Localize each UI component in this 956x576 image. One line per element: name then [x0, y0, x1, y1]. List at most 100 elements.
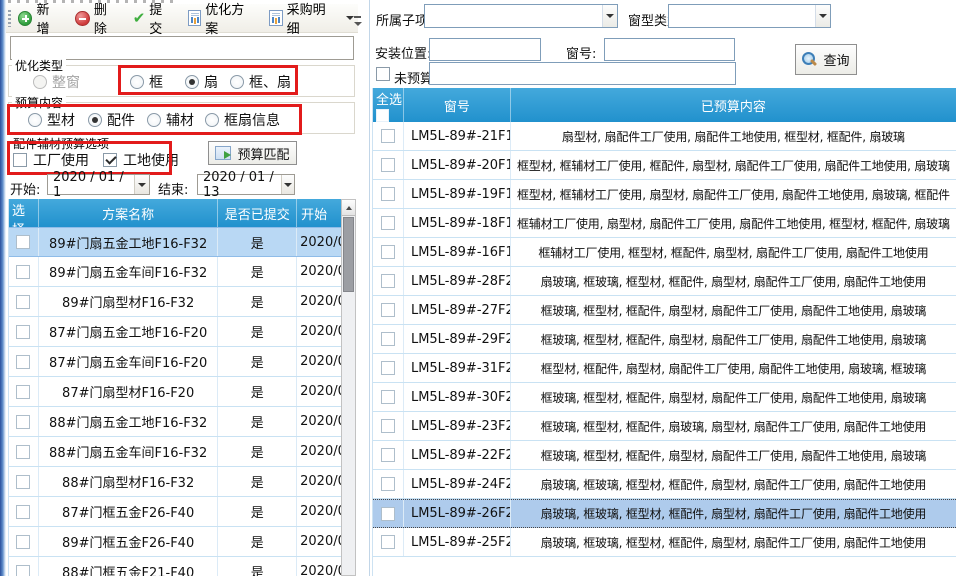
scrollbar-thumb[interactable] [343, 217, 354, 292]
table-row[interactable]: LM5L-89#-27F25 框玻璃, 框型材, 框配件, 扇型材, 扇配件工厂… [373, 296, 956, 325]
plan-header-name[interactable]: 方案名称 [39, 199, 218, 227]
row-checkbox[interactable] [381, 477, 395, 491]
delete-button[interactable]: 删除 [71, 6, 122, 30]
row-checkbox[interactable] [16, 355, 30, 369]
plan-header-submitted[interactable]: 是否已提交 [218, 199, 297, 227]
row-checkbox[interactable] [16, 325, 30, 339]
row-checkbox[interactable] [381, 332, 395, 346]
submit-button[interactable]: ✔ 提交 [129, 6, 178, 30]
row-checkbox[interactable] [16, 535, 30, 549]
table-row[interactable]: LM5L-89#-31F29 框型材, 框配件, 扇型材, 扇配件工厂使用, 扇… [373, 354, 956, 383]
plan-name: 88#门扇五金工地F16-F32 [39, 407, 218, 436]
row-checkbox[interactable] [16, 505, 30, 519]
install-position-input[interactable] [429, 38, 541, 61]
add-button[interactable]: 新增 [14, 6, 65, 30]
radio-whole-window[interactable]: 整窗 [33, 72, 80, 92]
plan-table-scrollbar[interactable] [341, 199, 356, 576]
unbudgeted-checkbox[interactable] [376, 67, 390, 81]
row-checkbox[interactable] [381, 535, 395, 549]
window-type-combo[interactable] [668, 4, 831, 28]
table-row[interactable]: 87#门扇五金工地F16-F20 是 2020/0 [9, 317, 341, 347]
plan-header-start[interactable]: 开始 [297, 199, 341, 227]
budget-header-window-no[interactable]: 窗号 [404, 88, 511, 122]
sub-item-dropdown-button[interactable] [602, 5, 617, 27]
date-start-dropdown-button[interactable] [134, 175, 149, 194]
table-row[interactable]: 87#门框五金F26-F40 是 2020/0 [9, 497, 341, 527]
row-checkbox[interactable] [381, 419, 395, 433]
table-row[interactable]: 88#门扇型材F16-F32 是 2020/0 [9, 467, 341, 497]
table-row[interactable]: LM5L-89#-25F23 扇玻璃, 框玻璃, 框型材, 框配件, 扇型材, … [373, 528, 956, 557]
scroll-up-button[interactable] [342, 200, 355, 216]
date-start-picker[interactable]: 2020 / 01 / 1 [47, 174, 150, 195]
table-row[interactable]: LM5L-89#-19F17 框型材, 框辅材工厂使用, 扇型材, 扇配件工厂使… [373, 180, 956, 209]
row-checkbox[interactable] [16, 475, 30, 489]
table-row[interactable]: LM5L-89#-24F22 扇玻璃, 框玻璃, 框型材, 框配件, 扇型材, … [373, 470, 956, 499]
radio-frame-sash[interactable]: 框、扇 [230, 72, 291, 92]
row-checkbox[interactable] [16, 235, 30, 249]
budgeted-content: 扇玻璃, 框玻璃, 框型材, 框配件, 扇型材, 扇配件工厂使用, 扇配件工地使… [511, 470, 956, 498]
row-checkbox[interactable] [16, 385, 30, 399]
row-checkbox[interactable] [381, 216, 395, 230]
plan-header-select[interactable]: 选择 [9, 199, 39, 227]
table-row[interactable]: LM5L-89#-18F16 框辅材工厂使用, 扇型材, 扇配件工厂使用, 扇配… [373, 209, 956, 238]
table-row[interactable]: 88#门框五金F21-F40 是 2020/0 [9, 557, 341, 576]
row-checkbox[interactable] [381, 158, 395, 172]
table-row[interactable]: LM5L-89#-21F19 扇型材, 扇配件工厂使用, 扇配件工地使用, 框型… [373, 122, 956, 151]
budgeted-content: 框玻璃, 框型材, 框配件, 扇型材, 扇配件工厂使用, 扇配件工地使用, 扇玻… [511, 296, 956, 324]
radio-auxiliary[interactable]: 辅材 [147, 110, 194, 130]
table-row[interactable]: 89#门扇型材F16-F32 是 2020/0 [9, 287, 341, 317]
radio-profile[interactable]: 型材 [28, 110, 75, 130]
radio-frame[interactable]: 框 [130, 72, 163, 92]
row-checkbox[interactable] [381, 187, 395, 201]
row-checkbox[interactable] [381, 274, 395, 288]
row-checkbox[interactable] [381, 448, 395, 462]
table-row[interactable]: 89#门扇五金工地F16-F32 是 2020/0 [9, 227, 341, 257]
table-row[interactable]: 87#门扇五金车间F16-F20 是 2020/0 [9, 347, 341, 377]
budget-header-select-all[interactable]: 全选 [373, 88, 404, 122]
radio-accessory[interactable]: 配件 [88, 110, 135, 130]
row-checkbox[interactable] [16, 445, 30, 459]
row-checkbox[interactable] [16, 265, 30, 279]
purchase-detail-button[interactable]: 采购明细 [265, 6, 358, 30]
unbudgeted-input[interactable] [429, 62, 736, 85]
table-row[interactable]: LM5L-89#-28F26 扇玻璃, 框玻璃, 框型材, 框配件, 扇型材, … [373, 267, 956, 296]
window-no: LM5L-89#-25F23 [404, 528, 511, 556]
window-no-input[interactable] [604, 38, 735, 61]
row-checkbox[interactable] [381, 245, 395, 259]
row-checkbox[interactable] [381, 507, 395, 521]
table-row[interactable]: LM5L-89#-30F28 框玻璃, 框型材, 框配件, 扇型材, 扇配件工厂… [373, 383, 956, 412]
budget-header-content[interactable]: 已预算内容 [511, 88, 956, 122]
query-button[interactable]: 查询 [795, 44, 857, 75]
row-checkbox[interactable] [16, 565, 30, 576]
table-row[interactable]: LM5L-89#-29F27 框玻璃, 框型材, 框配件, 扇型材, 扇配件工厂… [373, 325, 956, 354]
table-row[interactable]: 89#门扇五金车间F16-F32 是 2020/0 [9, 257, 341, 287]
row-checkbox[interactable] [16, 295, 30, 309]
table-row[interactable]: 88#门扇五金工地F16-F32 是 2020/0 [9, 407, 341, 437]
select-all-checkbox[interactable] [376, 109, 389, 122]
row-checkbox[interactable] [381, 303, 395, 317]
row-checkbox[interactable] [381, 361, 395, 375]
budget-match-button[interactable]: 预算匹配 [208, 141, 297, 165]
checkbox-site-use[interactable]: 工地使用 [103, 150, 179, 170]
table-row-selected[interactable]: LM5L-89#-26F24 扇玻璃, 框玻璃, 框型材, 框配件, 扇型材, … [373, 499, 956, 528]
row-checkbox[interactable] [381, 390, 395, 404]
radio-sash[interactable]: 扇 [185, 72, 218, 92]
optimize-plan-button[interactable]: 优化方案 [184, 6, 259, 30]
date-end-picker[interactable]: 2020 / 01 / 13 [197, 174, 295, 195]
toolbar-grip[interactable] [8, 10, 11, 27]
window-type-dropdown-button[interactable] [815, 5, 830, 27]
sub-item-combo[interactable] [424, 4, 618, 28]
row-checkbox[interactable] [16, 415, 30, 429]
table-row[interactable]: 88#门扇五金车间F16-F32 是 2020/0 [9, 437, 341, 467]
date-end-dropdown-button[interactable] [281, 175, 294, 194]
table-row[interactable]: LM5L-89#-22F20 框玻璃, 框型材, 框配件, 扇型材, 扇配件工厂… [373, 441, 956, 470]
table-row[interactable]: 87#门扇型材F16-F20 是 2020/0 [9, 377, 341, 407]
table-row[interactable]: 89#门框五金F26-F40 是 2020/0 [9, 527, 341, 557]
table-row[interactable]: LM5L-89#-16F15 框辅材工厂使用, 框型材, 框配件, 扇型材, 扇… [373, 238, 956, 267]
table-row[interactable]: LM5L-89#-20F18 框型材, 框辅材工厂使用, 框配件, 扇型材, 扇… [373, 151, 956, 180]
radio-frame-sash-info[interactable]: 框扇信息 [205, 110, 280, 130]
row-checkbox[interactable] [381, 129, 395, 143]
table-row[interactable]: LM5L-89#-23F21 框玻璃, 框型材, 框配件, 扇玻璃, 扇型材, … [373, 412, 956, 441]
checkbox-factory-use[interactable]: 工厂使用 [13, 150, 89, 170]
toolbar-overflow-button[interactable] [353, 15, 364, 30]
